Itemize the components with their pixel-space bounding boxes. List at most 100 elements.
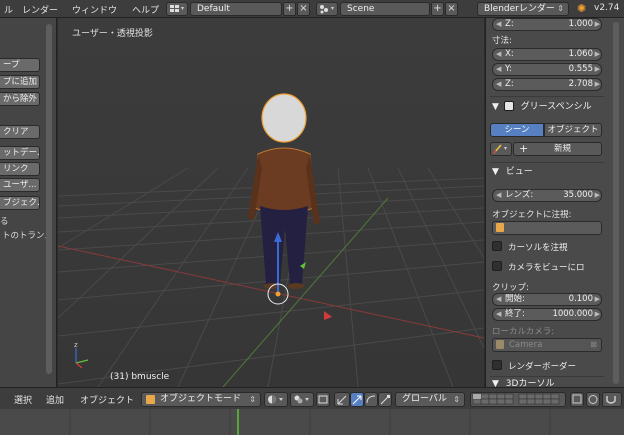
active-object-label: (31) bmuscle xyxy=(110,372,170,382)
divider xyxy=(490,162,604,163)
properties-region: ◀ Z: 1.000 ▶ 寸法: ◀ X: 1.060 ▶ ◀ Y: 0.555… xyxy=(485,18,624,387)
divider xyxy=(490,96,604,97)
delete-screen-button[interactable]: × xyxy=(297,2,310,16)
grease-pencil-checkbox[interactable] xyxy=(503,101,514,111)
pivot-point-dropdown[interactable] xyxy=(290,392,314,407)
manipulator-toggle[interactable] xyxy=(334,392,350,407)
clip-label: クリップ: xyxy=(492,283,529,293)
render-engine-dropdown[interactable]: Blenderレンダー ⇕ xyxy=(477,2,569,16)
chevron-left-icon: ◀ xyxy=(496,50,502,58)
tab-object[interactable]: オブジェクト xyxy=(544,123,602,137)
scene-icon[interactable] xyxy=(316,2,338,16)
group-button-1[interactable]: ープ xyxy=(0,58,40,72)
object-data-button[interactable]: ットデー... xyxy=(0,146,40,160)
screen-layout-field[interactable]: Default xyxy=(190,2,282,16)
clip-end-field[interactable]: ◀ 終了: 1000.000 ▶ xyxy=(492,308,602,321)
grease-pencil-title: グリースペンシル xyxy=(520,102,592,112)
lock-camera-label: カメラをビューにロ xyxy=(508,263,585,273)
dimension-z-field[interactable]: ◀ Z: 2.708 ▶ xyxy=(492,78,602,91)
local-camera-field[interactable]: Camera ⊠ xyxy=(492,338,602,352)
rotate-manipulator-button[interactable] xyxy=(364,392,378,407)
view-panel-header[interactable]: ▼ ビュー xyxy=(486,164,610,181)
tool-shelf: ープ プに追加 から除外 クリア ットデー... リンク ユーザ... ブジェク… xyxy=(0,18,57,387)
chevron-left-icon: ◀ xyxy=(496,191,502,199)
grease-pencil-panel-header[interactable]: ▼ グリースペンシル xyxy=(486,99,610,116)
viewport-scene: z xyxy=(58,18,484,387)
shelf-text: る xyxy=(0,217,9,227)
new-grease-pencil-button[interactable]: + 新規 xyxy=(513,142,602,156)
lock-camera-checkbox[interactable] xyxy=(492,261,502,271)
tab-scene[interactable]: シーン xyxy=(490,123,544,137)
camera-icon xyxy=(496,340,504,349)
add-scene-button[interactable]: + xyxy=(431,2,444,16)
render-border-checkbox[interactable] xyxy=(492,360,502,370)
menu-object[interactable]: オブジェクト xyxy=(80,393,134,406)
plus-icon: + xyxy=(519,142,529,155)
chevron-left-icon: ◀ xyxy=(496,65,502,73)
close-icon[interactable]: ⊠ xyxy=(590,339,597,351)
delete-scene-button[interactable]: × xyxy=(445,2,458,16)
chevron-right-icon: ▶ xyxy=(594,295,600,303)
mode-dropdown[interactable]: オブジェクトモード ⇕ xyxy=(141,392,261,407)
3d-viewport[interactable]: z ユーザー・透視投影 (31) bmuscle xyxy=(58,18,484,387)
snap-magnet-icon[interactable] xyxy=(602,392,622,407)
chevron-down-icon: ⇕ xyxy=(249,395,256,404)
menu-window[interactable]: ウィンドウ xyxy=(72,3,117,16)
properties-scrollbar[interactable] xyxy=(613,22,619,384)
chevron-left-icon: ◀ xyxy=(496,310,502,318)
remove-from-group-button[interactable]: から除外 xyxy=(0,92,40,106)
lens-field[interactable]: ◀ レンズ: 35.000 ▶ xyxy=(492,189,602,202)
menu-render[interactable]: レンダー xyxy=(22,3,58,16)
chevron-right-icon: ▶ xyxy=(594,191,600,199)
menu-render-partial[interactable]: ル xyxy=(4,3,13,16)
clear-button[interactable]: クリア xyxy=(0,125,40,139)
menu-help[interactable]: ヘルプ xyxy=(132,3,159,16)
lock-cursor-checkbox[interactable] xyxy=(492,241,502,251)
render-border-label: レンダーボーダー xyxy=(508,362,577,372)
scene-field[interactable]: Scene xyxy=(340,2,430,16)
grease-pencil-browse[interactable] xyxy=(490,142,512,156)
3d-cursor-title: 3Dカーソル xyxy=(505,379,555,387)
object-button[interactable]: ブジェク... xyxy=(0,196,40,210)
lock-object-field[interactable] xyxy=(492,221,602,235)
chevron-right-icon: ▶ xyxy=(594,20,600,28)
disclosure-triangle-icon: ▼ xyxy=(492,167,499,177)
menu-select[interactable]: 選択 xyxy=(14,393,32,406)
scale-manipulator-button[interactable] xyxy=(378,392,392,407)
layer-lock-icon[interactable] xyxy=(570,392,584,407)
transform-orientation-dropdown[interactable]: グローバル ⇕ xyxy=(395,392,465,407)
render-engine-label: Blenderレンダー xyxy=(484,4,555,14)
lock-object-label: オブジェクトに注視: xyxy=(492,210,572,220)
chevron-right-icon: ▶ xyxy=(594,310,600,318)
shelf-scrollbar[interactable] xyxy=(46,24,52,374)
chevron-left-icon: ◀ xyxy=(496,20,502,28)
3d-cursor-panel-header[interactable]: ▼ 3Dカーソル xyxy=(486,378,610,387)
object-mode-icon xyxy=(146,395,155,404)
viewport-shading-dropdown[interactable] xyxy=(264,392,288,407)
chevron-left-icon: ◀ xyxy=(496,295,502,303)
chevron-down-icon: ⇕ xyxy=(557,4,564,13)
add-screen-button[interactable]: + xyxy=(283,2,296,16)
chevron-left-icon: ◀ xyxy=(496,80,502,88)
proportional-edit-icon[interactable] xyxy=(586,392,600,407)
clip-start-field[interactable]: ◀ 開始: 0.100 ▶ xyxy=(492,293,602,306)
dimension-z-field-top[interactable]: ◀ Z: 1.000 ▶ xyxy=(492,18,602,31)
chevron-right-icon: ▶ xyxy=(594,80,600,88)
dimension-y-field[interactable]: ◀ Y: 0.555 ▶ xyxy=(492,63,602,76)
link-button[interactable]: リンク xyxy=(0,162,40,176)
3d-view-header: 選択 追加 オブジェクト オブジェクトモード ⇕ グローバル ⇕ xyxy=(0,387,624,409)
dimension-x-field[interactable]: ◀ X: 1.060 ▶ xyxy=(492,48,602,61)
local-camera-label: ローカルカメラ: xyxy=(492,327,555,337)
layer-buttons[interactable] xyxy=(470,392,566,407)
menu-add[interactable]: 追加 xyxy=(46,393,64,406)
timeline-area[interactable] xyxy=(0,409,624,435)
pivot-align-button[interactable] xyxy=(316,392,330,407)
info-header: ル レンダー ウィンドウ ヘルプ Default + × Scene + × B… xyxy=(0,0,624,18)
user-button[interactable]: ユーザ... xyxy=(0,178,40,192)
screen-layout-icon[interactable] xyxy=(166,2,188,16)
add-to-group-button[interactable]: プに追加 xyxy=(0,75,40,89)
divider xyxy=(490,376,604,377)
translate-manipulator-button[interactable] xyxy=(350,392,364,407)
mode-label: オブジェクトモード xyxy=(160,394,242,404)
version-label: v2.74 xyxy=(594,3,620,13)
